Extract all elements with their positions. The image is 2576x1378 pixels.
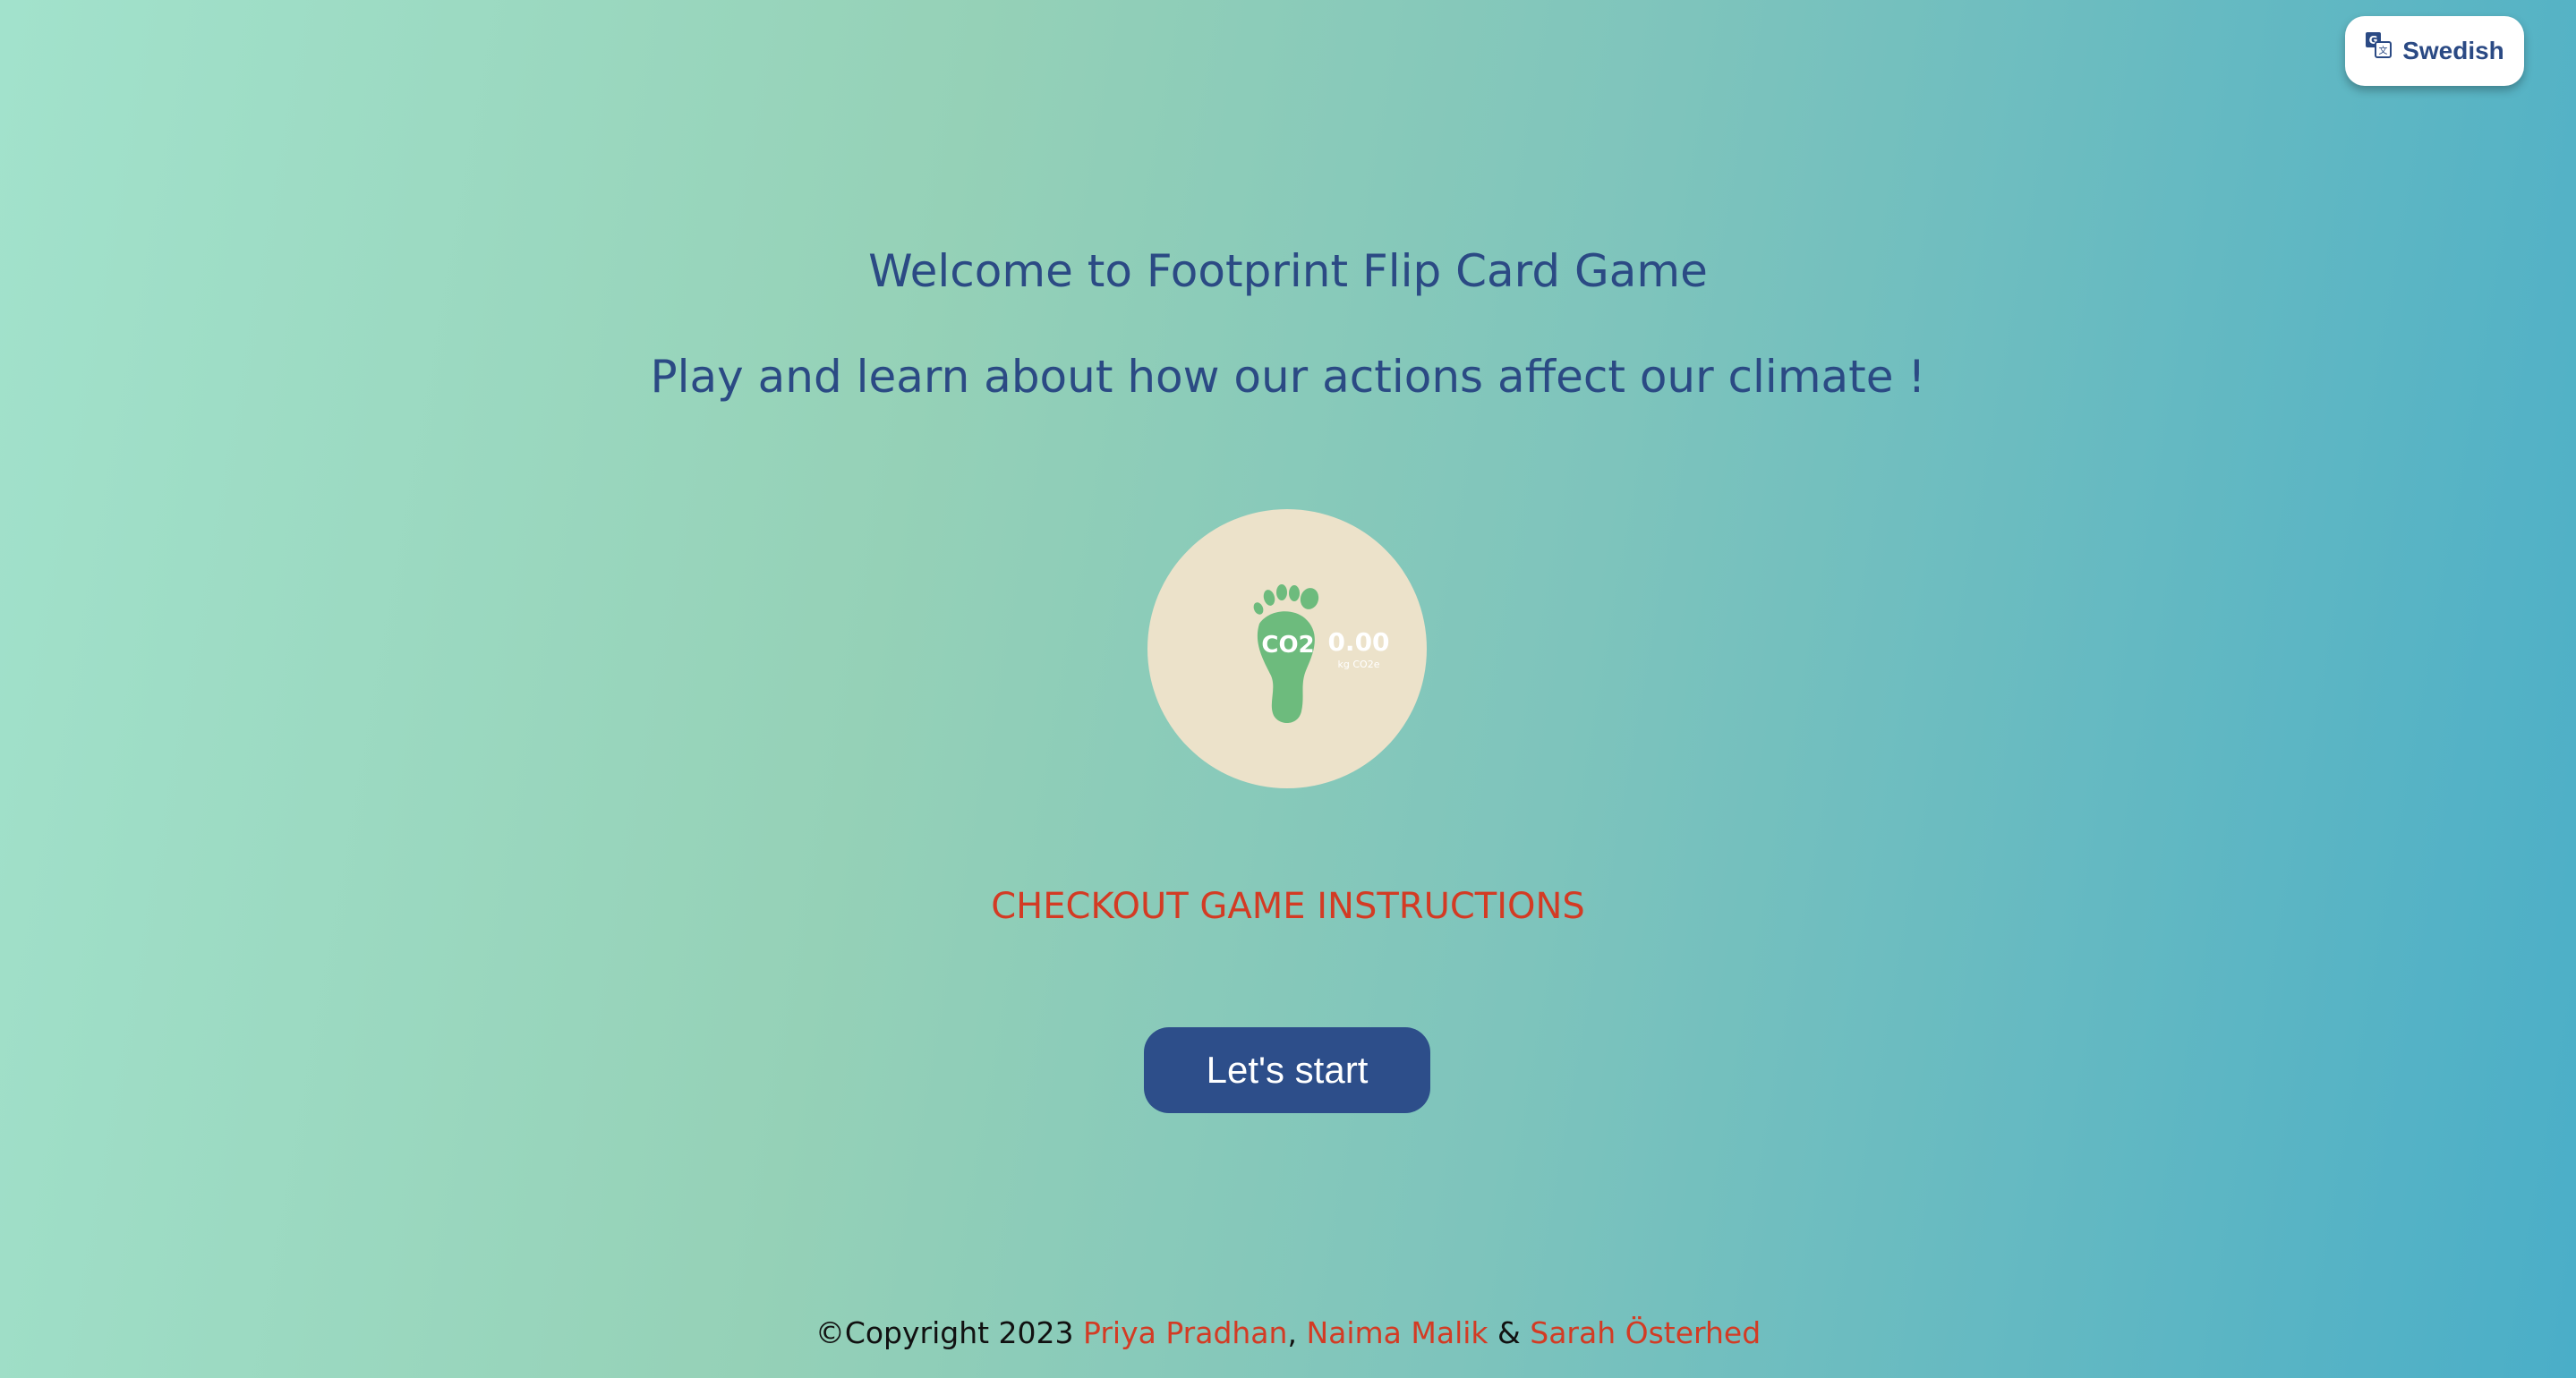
game-instructions-link[interactable]: CHECKOUT GAME INSTRUCTIONS — [0, 886, 2576, 927]
footprint-icon: CO2 0.00 kg CO2e — [1253, 584, 1390, 723]
start-button[interactable]: Let's start — [1144, 1027, 1430, 1113]
page-subtitle: Play and learn about how our actions aff… — [650, 351, 1926, 403]
co2-unit: kg CO2e — [1338, 659, 1380, 670]
author-separator: , — [1287, 1315, 1297, 1350]
footprint-logo: CO2 0.00 kg CO2e — [1147, 509, 1427, 788]
author-link[interactable]: Priya Pradhan — [1083, 1315, 1287, 1350]
author-separator: & — [1497, 1315, 1521, 1350]
co2-value: 0.00 — [1327, 627, 1389, 657]
author-link[interactable]: Naima Malik — [1306, 1315, 1488, 1350]
author-link[interactable]: Sarah Österhed — [1530, 1315, 1761, 1350]
translate-icon: G 文 — [2365, 32, 2393, 66]
footer-copyright: ©Copyright 2023 Priya Pradhan, Naima Mal… — [0, 1315, 2576, 1350]
language-toggle-button[interactable]: G 文 Swedish — [2345, 16, 2524, 86]
copyright-text: ©Copyright 2023 — [815, 1315, 1074, 1350]
svg-text:文: 文 — [2379, 45, 2388, 56]
page-title: Welcome to Footprint Flip Card Game — [868, 245, 1708, 297]
language-label: Swedish — [2402, 37, 2504, 64]
footprint-co2-label: CO2 — [1261, 632, 1314, 659]
